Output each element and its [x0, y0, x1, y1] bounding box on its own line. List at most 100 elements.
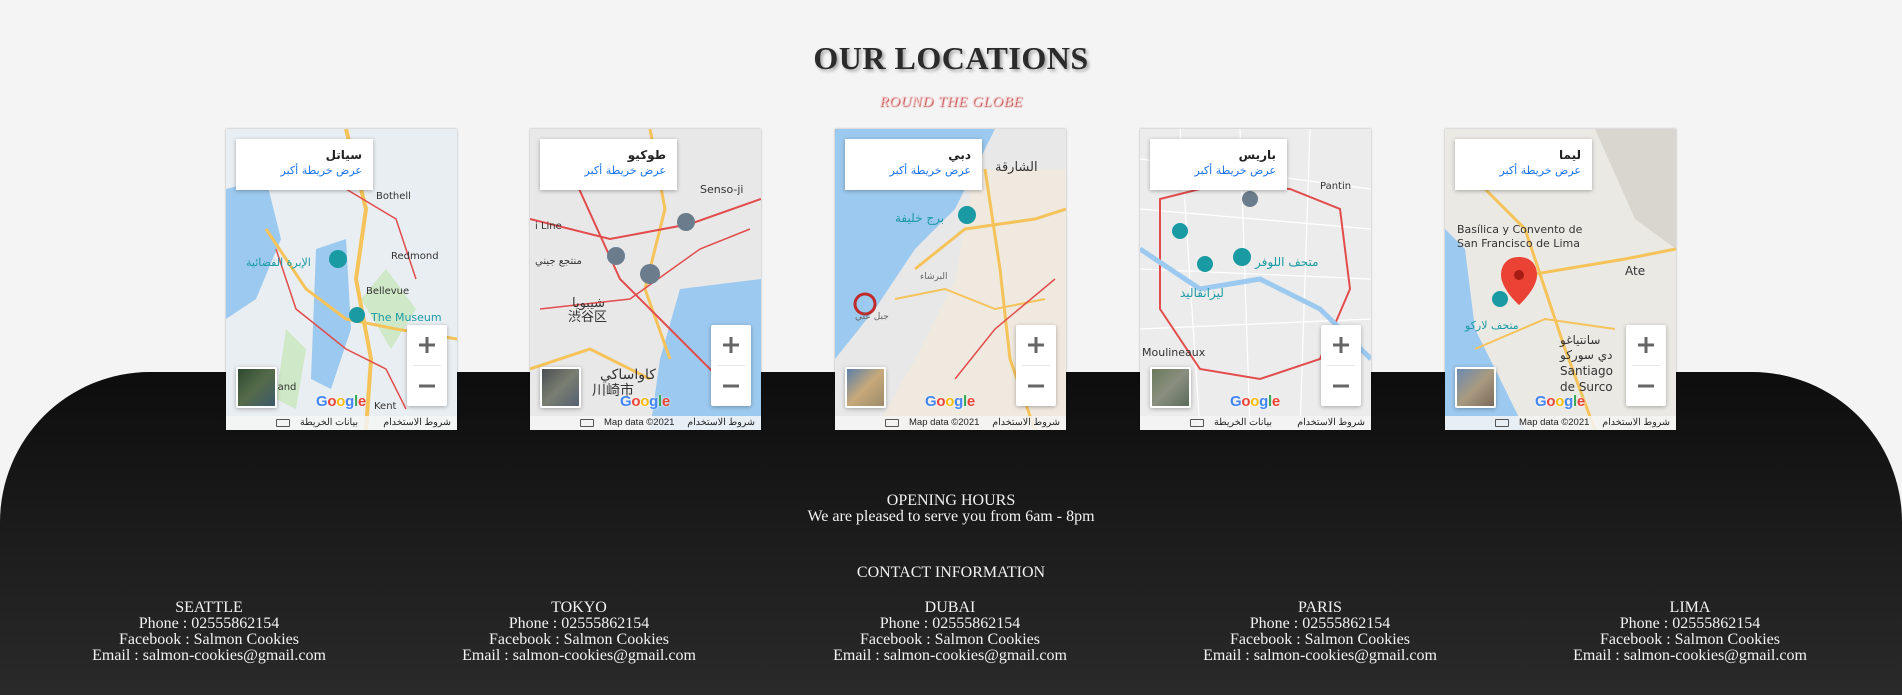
zoom-in-button[interactable] — [1321, 325, 1361, 365]
map-info-card: سياتل عرض خريطة أكبر — [236, 139, 373, 190]
plus-icon — [1028, 337, 1044, 353]
svg-text:The Museum: The Museum — [370, 311, 442, 324]
map-data-link[interactable]: Map data ©2021 — [1519, 417, 1589, 428]
map-place-name: سياتل — [325, 148, 362, 162]
phone: Phone : 02555862154 — [1249, 615, 1391, 632]
svg-text:Kent: Kent — [374, 401, 397, 412]
opening-hours-heading: OPENING HOURS — [886, 492, 1016, 509]
zoom-control — [711, 325, 751, 406]
zoom-out-button[interactable] — [1321, 366, 1361, 406]
view-larger-map-link[interactable]: عرض خريطة أكبر — [856, 163, 971, 179]
contact-heading: CONTACT INFORMATION — [856, 564, 1046, 581]
email: Email : salmon-cookies@gmail.com — [1573, 647, 1807, 664]
map-place-name: طوكيو — [627, 148, 666, 162]
minus-icon — [1638, 384, 1654, 388]
satellite-toggle[interactable] — [845, 367, 886, 408]
view-larger-map-link[interactable]: عرض خريطة أكبر — [551, 163, 666, 179]
map-info-card: ليما عرض خريطة أكبر — [1455, 139, 1592, 190]
zoom-in-button[interactable] — [1016, 325, 1056, 365]
map-info-card: باريس عرض خريطة أكبر — [1150, 139, 1287, 190]
city-name: SEATTLE — [175, 599, 243, 616]
map-footer: Map data ©2021 شروط الاستخدام — [530, 416, 761, 430]
plus-icon — [723, 337, 739, 353]
facebook: Facebook : Salmon Cookies — [1230, 631, 1410, 648]
zoom-in-button[interactable] — [1626, 325, 1666, 365]
zoom-out-button[interactable] — [407, 366, 447, 406]
svg-text:Redmond: Redmond — [391, 251, 439, 262]
zoom-control — [1626, 325, 1666, 406]
svg-text:شيبويا: شيبويا — [572, 296, 605, 311]
svg-text:i Line: i Line — [535, 221, 562, 232]
minus-icon — [1333, 384, 1349, 388]
map-embed-paris[interactable]: Pantin متحف اللوفر ليزانفاليد Moulineaux… — [1140, 129, 1371, 430]
svg-text:渋谷区: 渋谷区 — [568, 310, 607, 325]
map-place-name: دبي — [948, 148, 971, 162]
contact-dubai: DUBAI Phone : 02555862154 Facebook : Sal… — [800, 600, 1100, 664]
satellite-toggle[interactable] — [540, 367, 581, 408]
facebook: Facebook : Salmon Cookies — [119, 631, 299, 648]
view-larger-map-link[interactable]: عرض خريطة أكبر — [247, 163, 362, 179]
city-name: PARIS — [1298, 599, 1342, 616]
map-data-link[interactable]: بيانات الخريطة — [1214, 417, 1272, 428]
map-data-link[interactable]: بيانات الخريطة — [300, 417, 358, 428]
satellite-toggle[interactable] — [1455, 367, 1496, 408]
map-data-link[interactable]: Map data ©2021 — [604, 417, 674, 428]
terms-link[interactable]: شروط الاستخدام — [1602, 417, 1670, 428]
zoom-in-button[interactable] — [407, 325, 447, 365]
map-info-card: طوكيو عرض خريطة أكبر — [540, 139, 677, 190]
plus-icon — [1638, 337, 1654, 353]
svg-text:البرشاء: البرشاء — [920, 272, 947, 282]
svg-text:Santiago: Santiago — [1560, 364, 1613, 378]
zoom-out-button[interactable] — [1626, 366, 1666, 406]
phone: Phone : 02555862154 — [138, 615, 280, 632]
zoom-out-button[interactable] — [1016, 366, 1056, 406]
city-name: DUBAI — [924, 599, 976, 616]
email: Email : salmon-cookies@gmail.com — [462, 647, 696, 664]
map-embed-dubai[interactable]: الشارقة برج خليفة البرشاء جبل علي دبي عر… — [835, 129, 1066, 430]
minus-icon — [1028, 384, 1044, 388]
keyboard-icon[interactable] — [1190, 419, 1204, 427]
svg-text:منتجع جيني: منتجع جيني — [535, 256, 582, 267]
terms-link[interactable]: شروط الاستخدام — [992, 417, 1060, 428]
zoom-in-button[interactable] — [711, 325, 751, 365]
google-logo: Google — [925, 393, 975, 410]
map-embed-tokyo[interactable]: Senso-ji i Line منتجع جيني شيبويا 渋谷区 كا… — [530, 129, 761, 430]
svg-text:Moulineaux: Moulineaux — [1142, 346, 1206, 359]
svg-text:Senso-ji: Senso-ji — [700, 183, 743, 196]
email: Email : salmon-cookies@gmail.com — [833, 647, 1067, 664]
google-logo: Google — [1230, 393, 1280, 410]
view-larger-map-link[interactable]: عرض خريطة أكبر — [1161, 163, 1276, 179]
keyboard-icon[interactable] — [580, 419, 594, 427]
zoom-out-button[interactable] — [711, 366, 751, 406]
map-data-link[interactable]: Map data ©2021 — [909, 417, 979, 428]
svg-text:Ate: Ate — [1625, 264, 1645, 278]
map-footer: بيانات الخريطة شروط الاستخدام — [1140, 416, 1371, 430]
svg-text:Pantin: Pantin — [1320, 181, 1351, 192]
terms-link[interactable]: شروط الاستخدام — [687, 417, 755, 428]
map-embed-lima[interactable]: Basílica y Convento de San Francisco de … — [1445, 129, 1676, 430]
contact-lima: LIMA Phone : 02555862154 Facebook : Salm… — [1540, 600, 1840, 664]
satellite-toggle[interactable] — [1150, 367, 1191, 408]
keyboard-icon[interactable] — [885, 419, 899, 427]
plus-icon — [1333, 337, 1349, 353]
google-logo: Google — [316, 393, 366, 410]
opening-hours-text: We are pleased to serve you from 6am - 8… — [807, 508, 1095, 525]
minus-icon — [419, 384, 435, 388]
svg-text:الإبرة الفضائية: الإبرة الفضائية — [246, 256, 311, 269]
view-larger-map-link[interactable]: عرض خريطة أكبر — [1466, 163, 1581, 179]
satellite-toggle[interactable] — [236, 367, 277, 408]
plus-icon — [419, 337, 435, 353]
keyboard-icon[interactable] — [1495, 419, 1509, 427]
city-name: TOKYO — [551, 599, 607, 616]
phone: Phone : 02555862154 — [1619, 615, 1761, 632]
map-embed-seattle[interactable]: Bothell Redmond Bellevue الإبرة الفضائية… — [226, 129, 457, 430]
phone: Phone : 02555862154 — [508, 615, 650, 632]
zoom-control — [1016, 325, 1056, 406]
terms-link[interactable]: شروط الاستخدام — [383, 417, 451, 428]
terms-link[interactable]: شروط الاستخدام — [1297, 417, 1365, 428]
svg-text:دي سوركو: دي سوركو — [1559, 348, 1613, 363]
map-footer: بيانات الخريطة شروط الاستخدام — [226, 416, 457, 430]
google-logo: Google — [1535, 393, 1585, 410]
keyboard-icon[interactable] — [276, 419, 290, 427]
email: Email : salmon-cookies@gmail.com — [1203, 647, 1437, 664]
